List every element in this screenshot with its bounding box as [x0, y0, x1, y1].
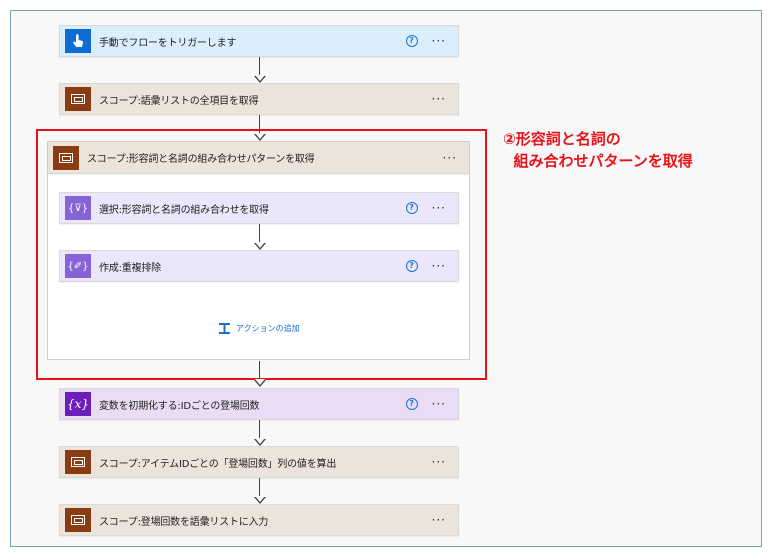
help-icon[interactable]: ?	[405, 398, 418, 410]
help-icon[interactable]: ?	[405, 35, 418, 47]
connector-arrow	[254, 361, 266, 387]
initialize-variable-card[interactable]: {x} 変数を初期化する:IDごとの登場回数 ? ···	[59, 388, 459, 420]
connector-arrow	[254, 420, 266, 446]
more-options-button[interactable]: ···	[432, 456, 446, 468]
more-options-button[interactable]: ···	[432, 398, 446, 410]
touch-hand-icon	[65, 29, 91, 53]
scope-label: スコープ:アイテムIDごとの「登場回数」列の値を算出	[99, 458, 337, 470]
highlight-box	[36, 129, 487, 380]
scope-icon	[65, 450, 91, 474]
more-options-button[interactable]: ···	[432, 514, 446, 526]
trigger-label: 手動でフローをトリガーします	[99, 37, 237, 49]
more-options-button[interactable]: ···	[432, 35, 446, 47]
variable-label: 変数を初期化する:IDごとの登場回数	[99, 400, 260, 412]
scope-card-write-counts[interactable]: スコープ:登場回数を語彙リストに入力 ···	[59, 504, 459, 536]
variable-icon: {x}	[65, 392, 91, 416]
annotation-text: ②形容詞と名詞の 組み合わせパターンを取得	[503, 130, 693, 170]
scope-card-vocab-list[interactable]: スコープ:語彙リストの全項目を取得 ···	[59, 83, 459, 115]
more-options-button[interactable]: ···	[432, 93, 446, 105]
scope-icon	[65, 87, 91, 111]
connector-arrow	[254, 57, 266, 83]
connector-arrow	[254, 478, 266, 504]
trigger-card[interactable]: 手動でフローをトリガーします ? ···	[59, 25, 459, 57]
scope-icon	[65, 508, 91, 532]
scope-card-count-per-item[interactable]: スコープ:アイテムIDごとの「登場回数」列の値を算出 ···	[59, 446, 459, 478]
scope-label: スコープ:登場回数を語彙リストに入力	[99, 516, 269, 528]
scope-label: スコープ:語彙リストの全項目を取得	[99, 95, 259, 107]
